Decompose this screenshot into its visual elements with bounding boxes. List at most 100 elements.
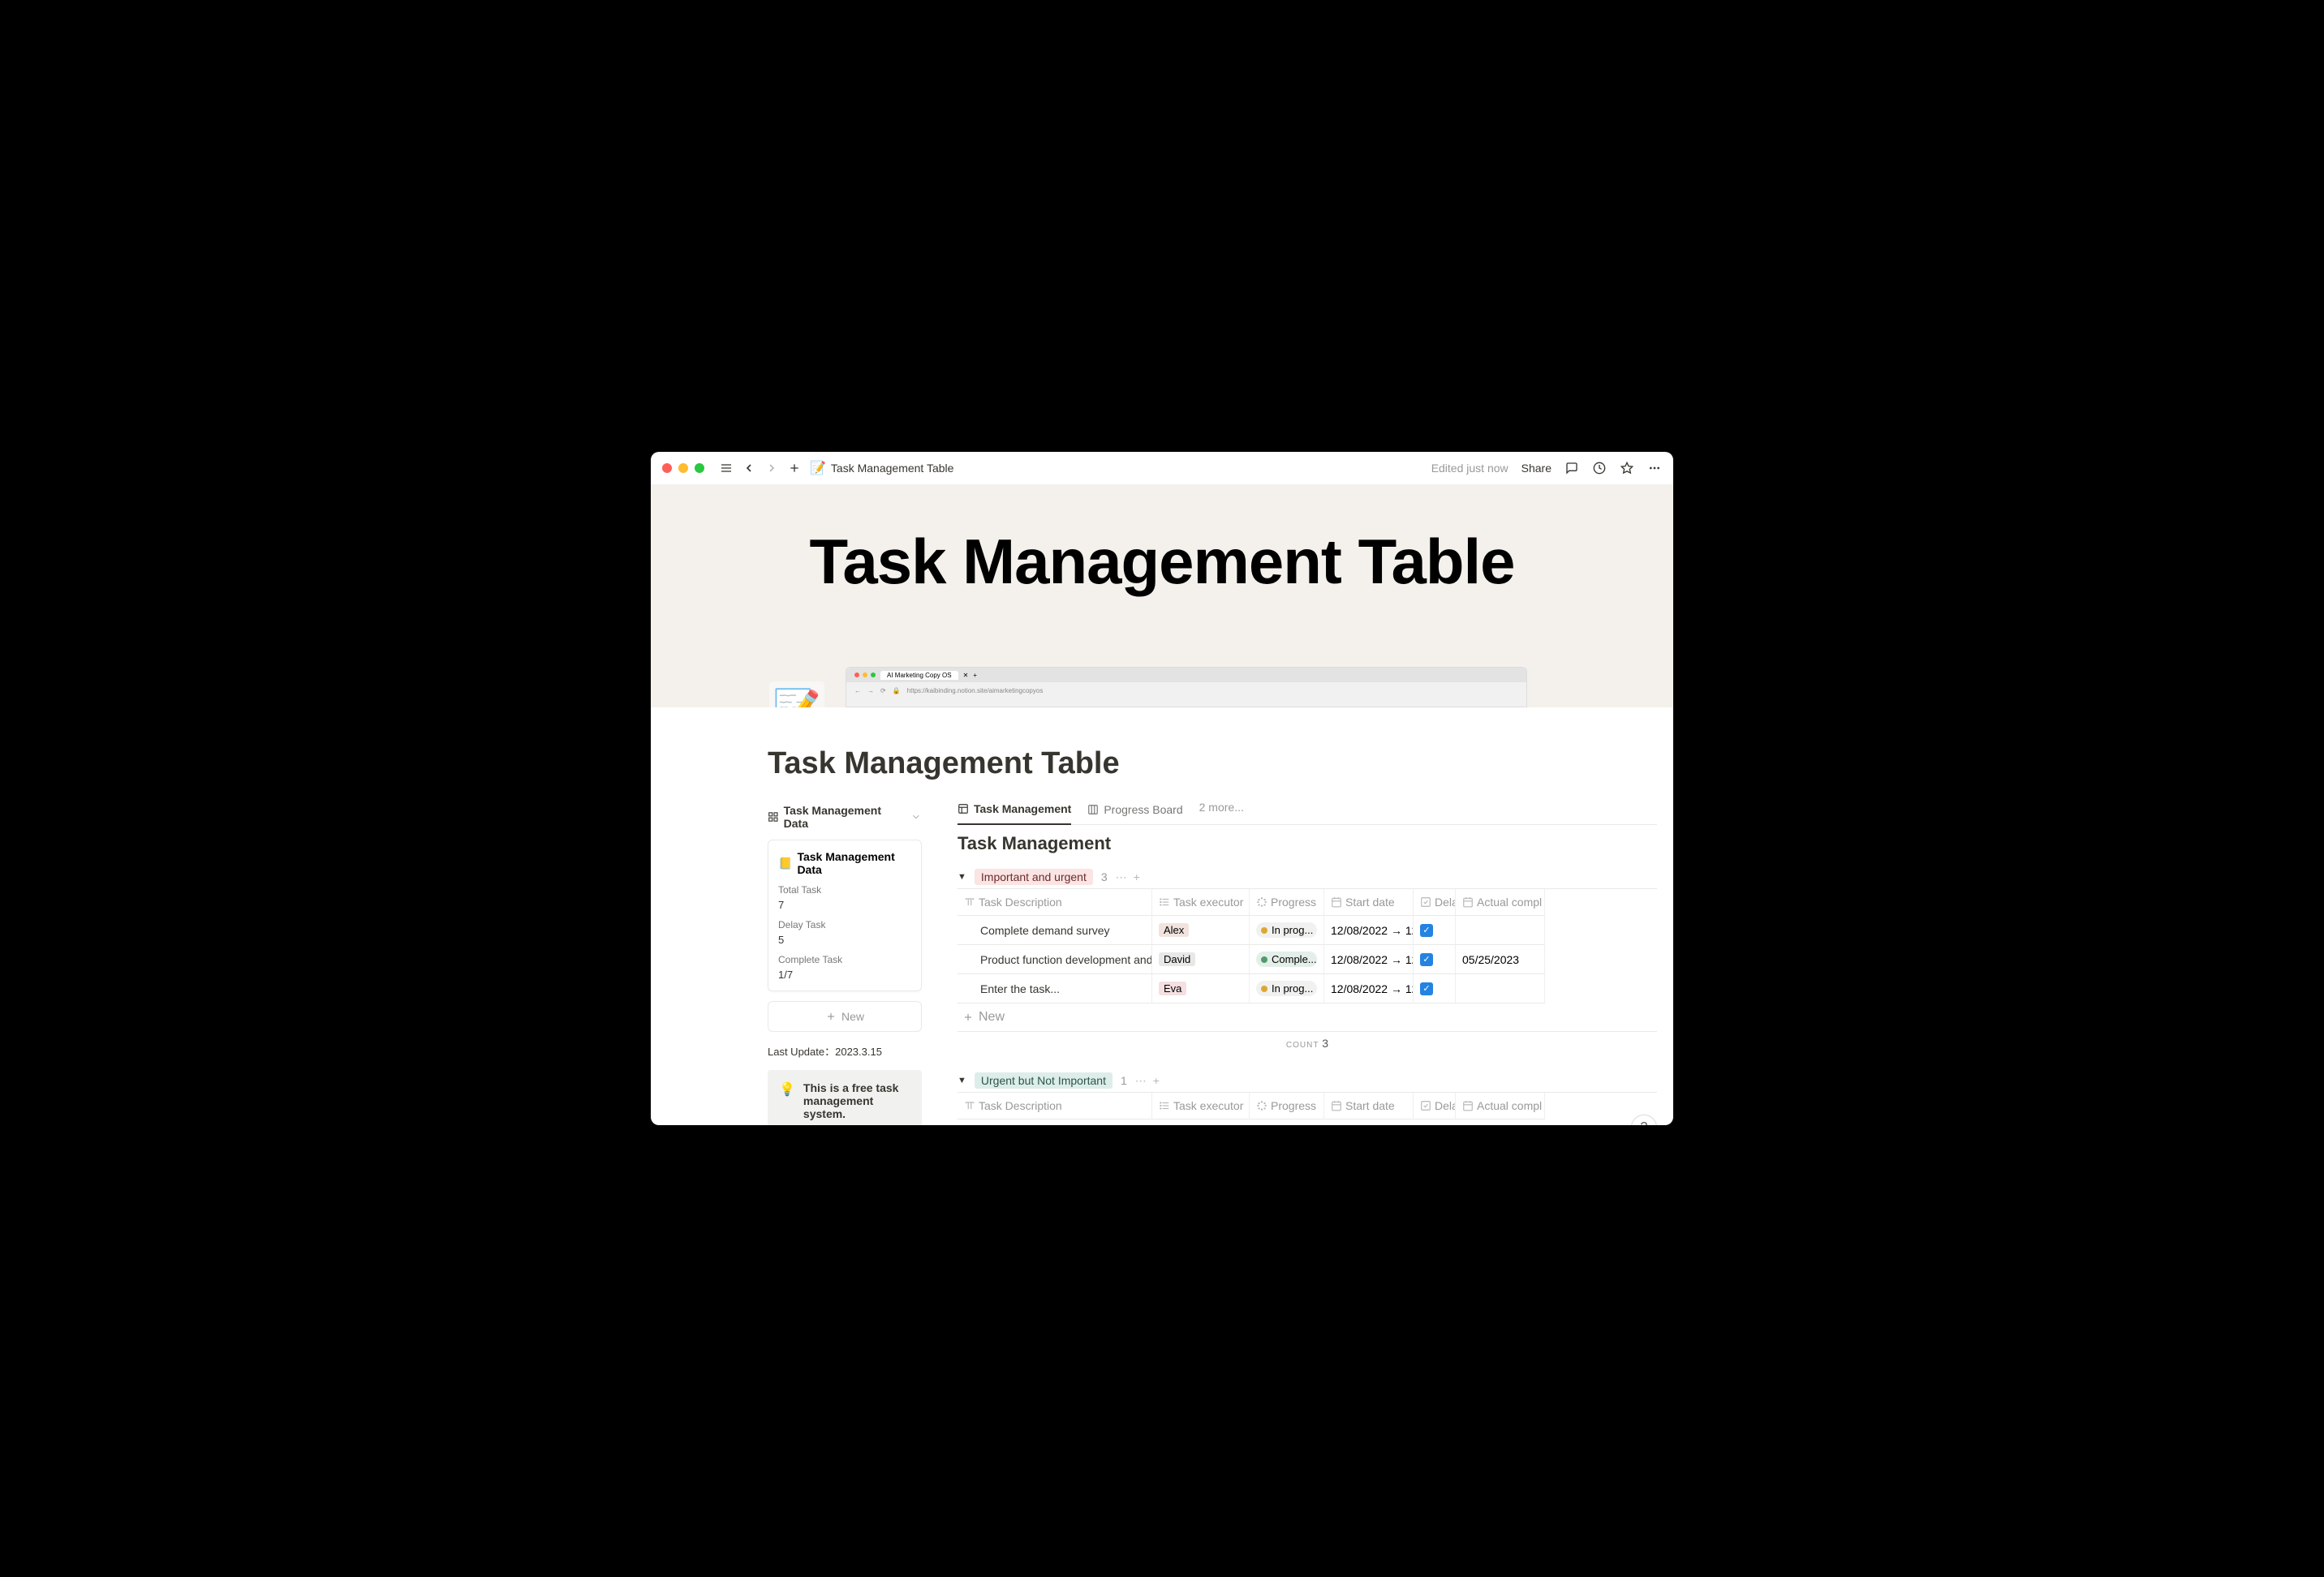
col-actual-complete[interactable]: Actual compl [1477, 896, 1542, 909]
checkbox-checked-icon[interactable]: ✓ [1420, 924, 1433, 937]
text-icon [964, 896, 975, 908]
group-add-icon[interactable]: + [1134, 870, 1140, 884]
col-description[interactable]: Task Description [979, 896, 1062, 909]
cell-description[interactable]: Complete demand survey [958, 916, 1152, 945]
cell-executor[interactable]: Alex [1152, 916, 1250, 945]
sidebar: Task Management Data 📒 Task Management D… [768, 797, 922, 1125]
new-row-button[interactable]: New [958, 1003, 1657, 1032]
cell-executor[interactable]: Eva [1152, 974, 1250, 1003]
checkbox-checked-icon[interactable]: ✓ [1420, 982, 1433, 995]
callout-text: This is a free task management system. [803, 1081, 910, 1120]
sidebar-view-tab[interactable]: Task Management Data [768, 797, 922, 840]
cell-progress[interactable]: In prog... [1250, 974, 1324, 1003]
checkbox-icon [1420, 896, 1431, 908]
sidebar-toggle-icon[interactable] [719, 461, 734, 475]
more-icon[interactable] [1647, 461, 1662, 475]
group-add-icon[interactable]: + [1153, 1074, 1160, 1088]
complete-task-label: Complete Task [778, 954, 911, 965]
more-views[interactable]: 2 more... [1199, 801, 1244, 822]
total-task-label: Total Task [778, 884, 911, 896]
updates-icon[interactable] [1592, 461, 1607, 475]
col-progress[interactable]: Progress [1271, 1099, 1316, 1112]
tab-progress-board[interactable]: Progress Board [1087, 798, 1182, 824]
spinner-icon [1256, 896, 1267, 908]
col-actual-complete[interactable]: Actual compl [1477, 1099, 1542, 1112]
calendar-icon [1331, 896, 1342, 908]
group-more-icon[interactable]: ⋯ [1116, 870, 1127, 884]
col-progress[interactable]: Progress [1271, 896, 1316, 909]
favorite-icon[interactable] [1620, 461, 1634, 475]
cell-executor[interactable]: David [1152, 945, 1250, 974]
cell-progress[interactable]: Comple... [1250, 945, 1324, 974]
database-title[interactable]: Task Management [958, 833, 1657, 854]
cell-actual[interactable] [1456, 974, 1545, 1003]
page-content: Task Management Table Task Management Da… [651, 707, 1673, 1125]
col-delay[interactable]: Delay [1435, 1099, 1456, 1112]
close-window-icon[interactable] [662, 463, 672, 473]
checkbox-checked-icon[interactable]: ✓ [1420, 953, 1433, 966]
breadcrumb[interactable]: 📝 Task Management Table [810, 460, 953, 476]
group-count: 3 [1101, 870, 1108, 883]
tab-task-management[interactable]: Task Management [958, 797, 1071, 825]
database-area: Task Management Progress Board 2 more...… [958, 797, 1673, 1125]
cell-actual[interactable]: 05/25/2023 [1456, 945, 1545, 974]
cell-start-date[interactable]: 12/08/2022 → 12 [1324, 974, 1414, 1003]
group-toggle-icon[interactable]: ▼ [958, 1076, 966, 1085]
window-controls [662, 463, 704, 473]
page-emoji-icon: 📝 [810, 460, 826, 476]
chevron-down-icon [910, 811, 922, 823]
minimize-window-icon[interactable] [678, 463, 688, 473]
cell-description[interactable]: Enter the task... [958, 974, 1152, 1003]
cell-start-date[interactable]: 12/08/2022 → 12 [1324, 916, 1414, 945]
new-card-button[interactable]: New [768, 1001, 922, 1032]
col-delay[interactable]: Delay [1435, 896, 1456, 909]
forward-icon[interactable] [764, 461, 779, 475]
complete-task-value: 1/7 [778, 969, 911, 981]
total-task-value: 7 [778, 899, 911, 911]
col-executor[interactable]: Task executor [1173, 1099, 1243, 1112]
cell-progress[interactable]: In prog... [1250, 916, 1324, 945]
last-update: Last Update：2023.3.15 [768, 1043, 922, 1059]
calendar-icon [1462, 896, 1474, 908]
comments-icon[interactable] [1564, 461, 1579, 475]
group-more-icon[interactable]: ⋯ [1135, 1074, 1147, 1088]
cover-title: Task Management Table [651, 484, 1673, 599]
cover-image[interactable]: Task Management Table AI Marketing Copy … [651, 484, 1673, 707]
col-start-date[interactable]: Start date [1345, 1099, 1395, 1112]
group-footer: COUNT 1 [958, 1119, 1657, 1125]
breadcrumb-title: Task Management Table [831, 462, 954, 475]
back-icon[interactable] [742, 461, 756, 475]
edited-status: Edited just now [1431, 462, 1508, 475]
page-title[interactable]: Task Management Table [651, 746, 1673, 797]
col-start-date[interactable]: Start date [1345, 896, 1395, 909]
group-important-urgent: ▼ Important and urgent 3 ⋯ + Task Descri… [958, 866, 1657, 1055]
col-description[interactable]: Task Description [979, 1099, 1062, 1112]
cover-browser-mock: AI Marketing Copy OS ✕+ ←→⟳ 🔒https://kai… [846, 667, 1527, 707]
new-page-icon[interactable] [787, 461, 802, 475]
group-footer: COUNT 3 [958, 1032, 1657, 1055]
topbar: 📝 Task Management Table Edited just now … [651, 452, 1673, 484]
cell-delay[interactable]: ✓ [1414, 916, 1456, 945]
page-icon[interactable]: 📝 [769, 681, 824, 707]
lightbulb-icon: 💡 [779, 1081, 795, 1120]
card-title: Task Management Data [797, 850, 911, 876]
summary-card[interactable]: 📒 Task Management Data Total Task 7 Dela… [768, 840, 922, 991]
cell-description[interactable]: Product function development and d [958, 945, 1152, 974]
cell-delay[interactable]: ✓ [1414, 945, 1456, 974]
group-urgent-not-important: ▼ Urgent but Not Important 1 ⋯ + Task De… [958, 1069, 1657, 1125]
maximize-window-icon[interactable] [695, 463, 704, 473]
cell-start-date[interactable]: 12/08/2022 → 12 [1324, 945, 1414, 974]
view-tabs: Task Management Progress Board 2 more... [958, 797, 1657, 825]
delay-task-label: Delay Task [778, 919, 911, 930]
callout[interactable]: 💡 This is a free task management system. [768, 1070, 922, 1125]
col-executor[interactable]: Task executor [1173, 896, 1243, 909]
list-icon [1159, 896, 1170, 908]
group-toggle-icon[interactable]: ▼ [958, 872, 966, 882]
cell-delay[interactable]: ✓ [1414, 974, 1456, 1003]
group-tag[interactable]: Important and urgent [975, 869, 1093, 885]
delay-task-value: 5 [778, 934, 911, 946]
group-tag[interactable]: Urgent but Not Important [975, 1072, 1113, 1089]
ledger-icon: 📒 [778, 857, 792, 870]
cell-actual[interactable] [1456, 916, 1545, 945]
share-button[interactable]: Share [1521, 462, 1551, 475]
